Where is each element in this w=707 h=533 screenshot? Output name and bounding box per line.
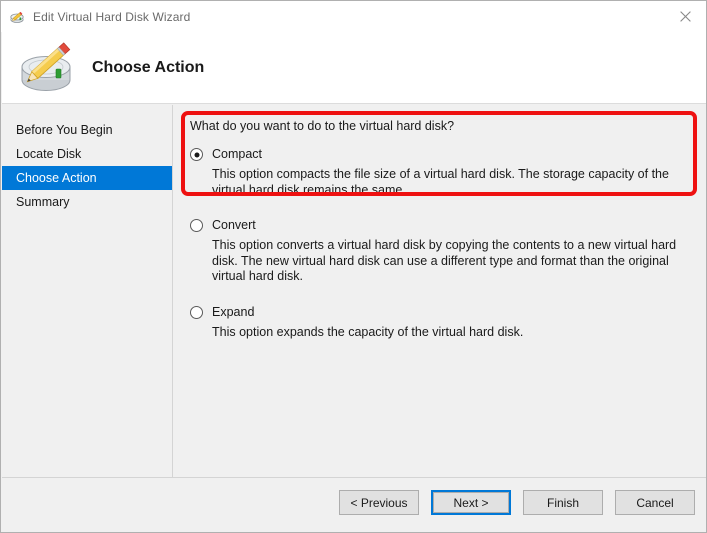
option-label-compact: Compact <box>212 147 263 161</box>
radio-row-expand[interactable]: Expand <box>190 305 691 320</box>
option-description-convert: This option converts a virtual hard disk… <box>212 238 677 283</box>
wizard-header: Choose Action <box>2 32 706 104</box>
finish-button[interactable]: Finish <box>523 490 603 515</box>
spacer-after-compact <box>190 202 691 218</box>
sidebar-item-summary[interactable]: Summary <box>2 190 172 214</box>
window-title: Edit Virtual Hard Disk Wizard <box>33 9 191 24</box>
footer-button-group: < Previous Next > Finish Cancel <box>339 490 695 515</box>
option-label-convert: Convert <box>212 218 256 232</box>
disk-pencil-icon <box>10 9 26 25</box>
option-description-expand: This option expands the capacity of the … <box>212 324 524 339</box>
option-label-expand: Expand <box>212 304 255 319</box>
radio-convert[interactable] <box>190 219 203 232</box>
virtual-hard-disk-edit-icon <box>16 40 80 96</box>
radio-row-compact[interactable]: Compact <box>190 147 691 162</box>
edit-virtual-hard-disk-wizard-window: Edit Virtual Hard Disk Wizard Choose Act… <box>0 0 707 533</box>
radio-expand[interactable] <box>190 305 203 319</box>
cancel-button[interactable]: Cancel <box>615 490 695 515</box>
option-expand: Expand This option expands the capacity … <box>190 305 691 341</box>
spacer-after-convert <box>190 289 691 305</box>
option-compact: Compact This option compacts the file si… <box>190 147 691 198</box>
title-bar: Edit Virtual Hard Disk Wizard <box>1 1 706 32</box>
sidebar-item-locate-disk[interactable]: Locate Disk <box>2 142 172 166</box>
radio-row-convert[interactable]: Convert <box>190 218 691 233</box>
wizard-body: Before You Begin Locate Disk Choose Acti… <box>2 105 706 477</box>
wizard-content: What do you want to do to the virtual ha… <box>174 105 706 477</box>
sidebar-item-choose-action[interactable]: Choose Action <box>2 166 172 190</box>
close-icon[interactable] <box>662 1 706 31</box>
radio-compact[interactable] <box>190 148 203 161</box>
next-button[interactable]: Next > <box>431 490 511 515</box>
sidebar-item-before-you-begin[interactable]: Before You Begin <box>2 118 172 142</box>
wizard-footer: < Previous Next > Finish Cancel <box>2 477 706 532</box>
wizard-steps-sidebar: Before You Begin Locate Disk Choose Acti… <box>2 105 173 477</box>
previous-button[interactable]: < Previous <box>339 490 419 515</box>
question-label: What do you want to do to the virtual ha… <box>190 119 455 133</box>
option-description-compact: This option compacts the file size of a … <box>212 167 669 197</box>
option-convert: Convert This option converts a virtual h… <box>190 218 691 285</box>
page-title: Choose Action <box>92 58 205 76</box>
